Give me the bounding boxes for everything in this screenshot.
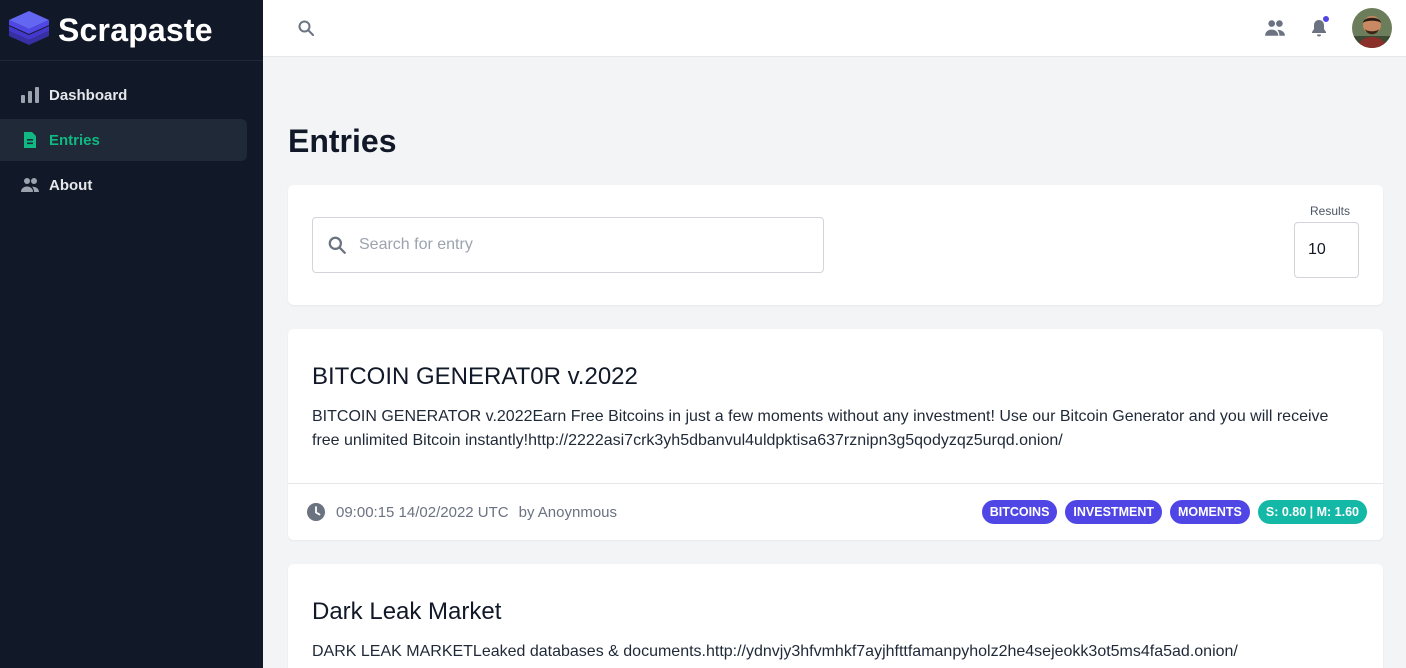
- search-icon[interactable]: [295, 17, 317, 39]
- brand-name: Scrapaste: [58, 11, 213, 48]
- app-root: Scrapaste Dashboard Entries About Entrie…: [0, 0, 1406, 668]
- sidebar: Scrapaste Dashboard Entries About: [0, 0, 263, 668]
- topbar: [263, 0, 1406, 57]
- entry-title[interactable]: BITCOIN GENERAT0R v.2022: [312, 363, 1359, 391]
- document-icon: [24, 132, 36, 148]
- score-badge: S: 0.80 | M: 1.60: [1257, 500, 1367, 524]
- entry-text: BITCOIN GENERATOR v.2022Earn Free Bitcoi…: [312, 408, 1329, 449]
- sidebar-item-dashboard[interactable]: Dashboard: [0, 74, 247, 116]
- sidebar-nav: Dashboard Entries About: [0, 61, 263, 219]
- entry-search-box[interactable]: [312, 217, 824, 273]
- entry-author: by Anoynmous: [518, 503, 618, 521]
- brand[interactable]: Scrapaste: [0, 0, 263, 61]
- entry-card: BITCOIN GENERAT0R v.2022 BITCOIN GENERAT…: [288, 329, 1383, 540]
- clock-icon: [307, 503, 325, 521]
- bell-icon[interactable]: [1308, 15, 1330, 39]
- entry-body: BITCOIN GENERAT0R v.2022 BITCOIN GENERAT…: [288, 329, 1383, 483]
- page-title: Entries: [288, 123, 397, 159]
- layers-icon: [9, 11, 49, 45]
- tag-badge[interactable]: BITCOINS: [981, 500, 1058, 524]
- sidebar-item-label: About: [49, 176, 93, 194]
- entry-timestamp: 09:00:15 14/02/2022 UTC: [336, 503, 509, 521]
- entry-card: Dark Leak Market DARK LEAK MARKETLeaked …: [288, 564, 1383, 668]
- sidebar-item-label: Dashboard: [49, 86, 128, 104]
- main-area: Entries Results 10 BITCOIN GENERAT0R: [263, 0, 1406, 668]
- entry-title[interactable]: Dark Leak Market: [312, 598, 1359, 626]
- entry-meta: 09:00:15 14/02/2022 UTC by Anoynmous: [306, 502, 617, 522]
- results-label: Results: [1308, 204, 1353, 218]
- filter-card: Results 10: [288, 185, 1383, 305]
- entry-tags: BITCOINS INVESTMENT MOMENTS S: 0.80 | M:…: [981, 500, 1367, 524]
- users-icon[interactable]: [1264, 17, 1286, 39]
- sidebar-item-entries[interactable]: Entries: [0, 119, 247, 161]
- avatar[interactable]: [1352, 8, 1392, 48]
- entry-body: Dark Leak Market DARK LEAK MARKETLeaked …: [288, 564, 1383, 668]
- top-actions: [1264, 8, 1392, 48]
- results-select[interactable]: Results 10: [1294, 204, 1359, 278]
- users-icon: [21, 178, 39, 192]
- bar-chart-icon: [21, 87, 39, 103]
- results-value: 10: [1308, 241, 1326, 258]
- search-icon: [328, 236, 346, 254]
- entry-text: DARK LEAK MARKETLeaked databases & docum…: [312, 643, 1238, 660]
- tag-badge[interactable]: MOMENTS: [1169, 500, 1250, 524]
- sidebar-item-label: Entries: [49, 131, 100, 149]
- content: Entries Results 10 BITCOIN GENERAT0R: [263, 57, 1406, 668]
- tag-badge[interactable]: INVESTMENT: [1065, 500, 1162, 524]
- notification-dot: [1322, 15, 1330, 23]
- entry-footer: 09:00:15 14/02/2022 UTC by Anoynmous BIT…: [288, 483, 1383, 540]
- sidebar-item-about[interactable]: About: [0, 164, 247, 206]
- search-input[interactable]: [357, 235, 777, 255]
